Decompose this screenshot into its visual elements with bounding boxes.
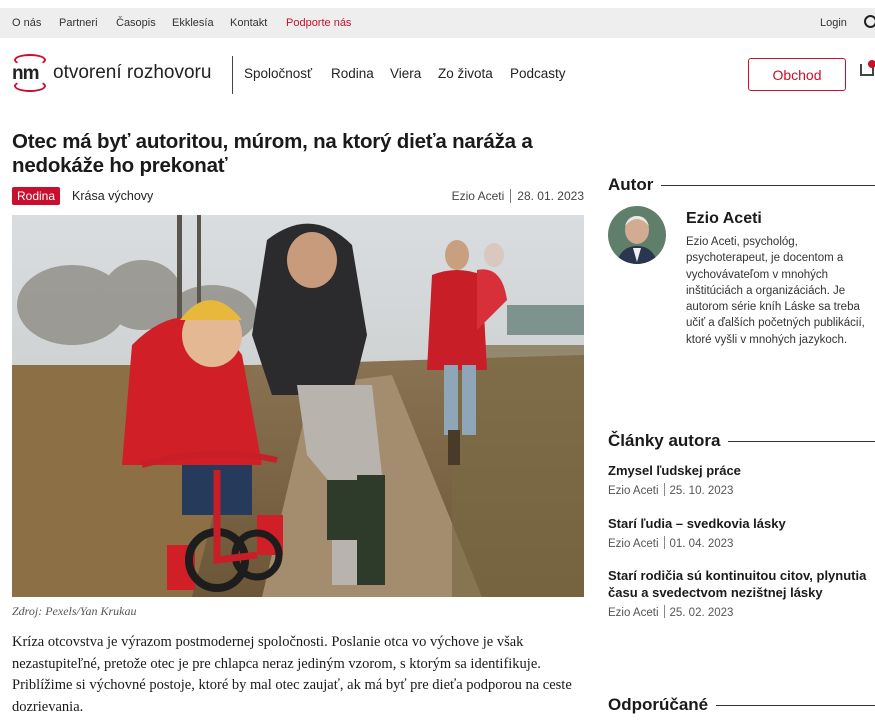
cart-badge — [868, 60, 875, 68]
author-bio: Ezio Aceti, psychológ, psychoterapeut, j… — [686, 236, 865, 346]
header-divider — [232, 56, 233, 94]
article-lead: Kríza otcovstva je výrazom postmodernej … — [12, 634, 572, 715]
author-article-meta: Ezio Aceti 01. 04. 2023 — [608, 536, 734, 550]
shop-button[interactable]: Obchod — [748, 58, 846, 91]
author-article-meta: Ezio Aceti 25. 10. 2023 — [608, 483, 734, 497]
article-title: Otec má byť autoritou, múrom, na ktorý d… — [12, 130, 533, 177]
author-article-item[interactable]: Starí ľudia – svedkovia lásky Ezio Aceti… — [608, 515, 870, 550]
top-bar: O nás Partneri Časopis Ekklesía Kontakt … — [0, 8, 875, 38]
category-tag[interactable]: Rodina — [12, 187, 61, 205]
author-article-title[interactable]: Starí ľudia – svedkovia lásky — [608, 515, 870, 532]
article-date: 28. 01. 2023 — [517, 189, 584, 203]
site-logo[interactable]: nm otvorení rozhovoru — [12, 54, 211, 92]
recommended-heading: Odporúčané — [608, 695, 875, 715]
topbar-link-kontakt[interactable]: Kontakt — [230, 17, 267, 29]
topbar-link-o-nas[interactable]: O nás — [12, 17, 41, 29]
topbar-link-support[interactable]: Podporte nás — [286, 17, 351, 29]
topbar-link-partneri[interactable]: Partneri — [59, 17, 98, 29]
login-link[interactable]: Login — [820, 17, 847, 29]
logo-text: otvorení rozhovoru — [53, 62, 212, 83]
author-article-title[interactable]: Starí rodičia sú kontinuitou citov, plyn… — [608, 567, 870, 601]
search-icon[interactable] — [864, 15, 875, 28]
nav-item-podcasty[interactable]: Podcasty — [510, 66, 566, 81]
nav-item-viera[interactable]: Viera — [390, 66, 421, 81]
avatar[interactable] — [608, 206, 666, 264]
topbar-link-casopis[interactable]: Časopis — [116, 17, 156, 29]
topbar-link-ekklesia[interactable]: Ekklesía — [172, 17, 214, 29]
author-article-item[interactable]: Starí rodičia sú kontinuitou citov, plyn… — [608, 567, 870, 619]
author-name[interactable]: Ezio Aceti — [686, 210, 762, 228]
nav-item-rodina[interactable]: Rodina — [331, 66, 374, 81]
article-meta: Ezio Aceti 28. 01. 2023 — [452, 189, 584, 203]
subcategory-link[interactable]: Krása výchovy — [72, 189, 153, 203]
author-article-title[interactable]: Zmysel ľudskej práce — [608, 462, 870, 479]
author-article-meta: Ezio Aceti 25. 02. 2023 — [608, 605, 734, 619]
logo-mark: nm — [12, 54, 46, 92]
author-articles-heading: Články autora — [608, 431, 875, 451]
author-heading: Autor — [608, 175, 875, 195]
article-photo — [12, 215, 584, 597]
article-author[interactable]: Ezio Aceti — [452, 189, 505, 203]
photo-caption: Zdroj: Pexels/Yan Krukau — [12, 604, 137, 618]
author-article-item[interactable]: Zmysel ľudskej práce Ezio Aceti 25. 10. 2… — [608, 462, 870, 497]
nav-item-spolocnost[interactable]: Spoločnosť — [244, 66, 312, 81]
nav-item-zo-zivota[interactable]: Zo života — [438, 66, 493, 81]
